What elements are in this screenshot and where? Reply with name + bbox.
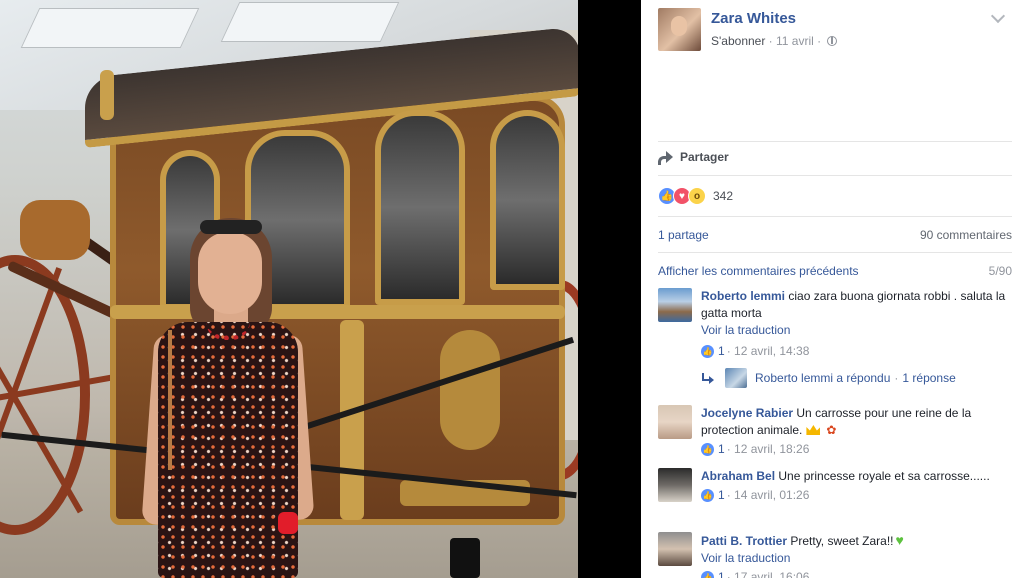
paw-prints-emoji-icon: ✿ <box>826 423 837 437</box>
like-icon: 👍 <box>701 345 714 358</box>
share-label: Partager <box>680 150 729 164</box>
comment-body: Roberto lemmi ciao zara buona giornata r… <box>701 288 1012 360</box>
photo-ceiling-panel <box>220 2 400 42</box>
comment-body: Jocelyne Rabier Un carrosse pour une rei… <box>701 405 1012 458</box>
subheader-separator: · <box>813 34 825 48</box>
previous-comments-row: Afficher les commentaires précédents 5/9… <box>658 264 1012 278</box>
photo-red-glove <box>278 512 298 534</box>
comment-meta: 👍 1 · 12 avril, 18:26 <box>701 441 1012 458</box>
comments-shown-count: 5/90 <box>988 264 1012 278</box>
see-translation-link[interactable]: Voir la traduction <box>701 322 1012 339</box>
view-previous-comments-link[interactable]: Afficher les commentaires précédents <box>658 264 859 278</box>
divider <box>658 216 1012 217</box>
comments-count-link[interactable]: 90 commentaires <box>920 228 1012 242</box>
like-icon: 👍 <box>701 443 714 456</box>
shares-link[interactable]: 1 partage <box>658 228 709 242</box>
author-name[interactable]: Zara Whites <box>711 10 796 27</box>
photo-ornament <box>100 70 114 120</box>
like-icon: 👍 <box>701 489 714 502</box>
divider <box>658 141 1012 142</box>
commenter-avatar[interactable] <box>658 532 692 566</box>
see-translation-link[interactable]: Voir la traduction <box>701 550 1012 567</box>
reply-text: Roberto lemmi a répondu <box>755 371 891 385</box>
photo-barrier-post <box>450 538 480 578</box>
like-icon: 👍 <box>701 571 714 578</box>
divider <box>658 252 1012 253</box>
photo-woman-dress <box>158 322 298 578</box>
photo-ornament <box>340 320 364 520</box>
comment-author[interactable]: Patti B. Trottier <box>701 534 787 548</box>
crown-emoji-icon <box>806 425 821 435</box>
share-arrow-icon <box>658 150 674 165</box>
comment-author[interactable]: Jocelyne Rabier <box>701 406 793 420</box>
divider <box>658 175 1012 176</box>
comment-time[interactable]: · 14 avril, 01:26 <box>727 487 810 504</box>
post-subheader: S'abonner · 11 avril · <box>711 34 838 48</box>
commenter-avatar[interactable] <box>658 468 692 502</box>
post-date[interactable]: 11 avril <box>776 34 814 48</box>
reactions-summary[interactable]: 👍 ♥ o 342 <box>658 186 733 206</box>
commenter-avatar[interactable] <box>658 405 692 439</box>
comment-like-count[interactable]: 1 <box>718 343 725 360</box>
post-photo[interactable] <box>0 0 578 578</box>
reply-count: 1 réponse <box>902 371 956 385</box>
comment-meta: 👍 1 · 14 avril, 01:26 <box>701 487 1012 504</box>
comment-like-count[interactable]: 1 <box>718 487 725 504</box>
photo-woman-face <box>198 232 262 314</box>
photo-ornament <box>110 305 565 319</box>
photo-carriage-window <box>490 110 565 290</box>
photo-ornament <box>440 330 500 450</box>
comment-meta: 👍 1 · 17 avril, 16:06 <box>701 569 1012 578</box>
post-sidebar: Zara Whites S'abonner · 11 avril · Parta… <box>641 0 1024 578</box>
comment-time[interactable]: · 17 avril, 16:06 <box>727 569 810 578</box>
reply-arrow-icon <box>701 373 714 384</box>
comment-meta: 👍 1 · 12 avril, 14:38 <box>701 343 1012 360</box>
subheader-separator: · <box>765 34 777 48</box>
comment-time[interactable]: · 12 avril, 14:38 <box>727 343 810 360</box>
reaction-count: 342 <box>713 189 734 203</box>
photo-sunglasses <box>200 220 262 234</box>
follow-link[interactable]: S'abonner <box>711 34 765 48</box>
author-avatar[interactable] <box>658 8 701 51</box>
green-heart-emoji-icon: ♥ <box>895 532 904 548</box>
comment-text: Pretty, sweet Zara!! <box>790 534 894 548</box>
replies-row[interactable]: Roberto lemmi a répondu · 1 réponse <box>701 368 956 388</box>
comment-time[interactable]: · 12 avril, 18:26 <box>727 441 810 458</box>
comment-author[interactable]: Roberto lemmi <box>701 289 785 303</box>
comment-like-count[interactable]: 1 <box>718 569 725 578</box>
share-button[interactable]: Partager <box>658 150 729 165</box>
chevron-down-icon[interactable] <box>990 8 1006 24</box>
comment-body: Abraham Bel Une princesse royale et sa c… <box>701 468 1012 504</box>
globe-icon <box>827 36 838 46</box>
comment-body: Patti B. Trottier Pretty, sweet Zara!! ♥ … <box>701 532 1012 578</box>
photo-viewer <box>0 0 641 578</box>
comment-like-count[interactable]: 1 <box>718 441 725 458</box>
comment-author[interactable]: Abraham Bel <box>701 469 775 483</box>
comment-text: Une princesse royale et sa carrosse.....… <box>778 469 990 483</box>
wow-icon: o <box>688 187 706 205</box>
reply-avatar <box>725 368 747 388</box>
photo-ceiling-panel <box>20 8 200 48</box>
commenter-avatar[interactable] <box>658 288 692 322</box>
photo-ornament <box>20 200 90 260</box>
post-stats: 1 partage 90 commentaires <box>658 228 1012 242</box>
reply-separator: · <box>894 371 899 385</box>
photo-bag-strap <box>168 330 172 470</box>
photo-carriage-window <box>375 110 465 305</box>
